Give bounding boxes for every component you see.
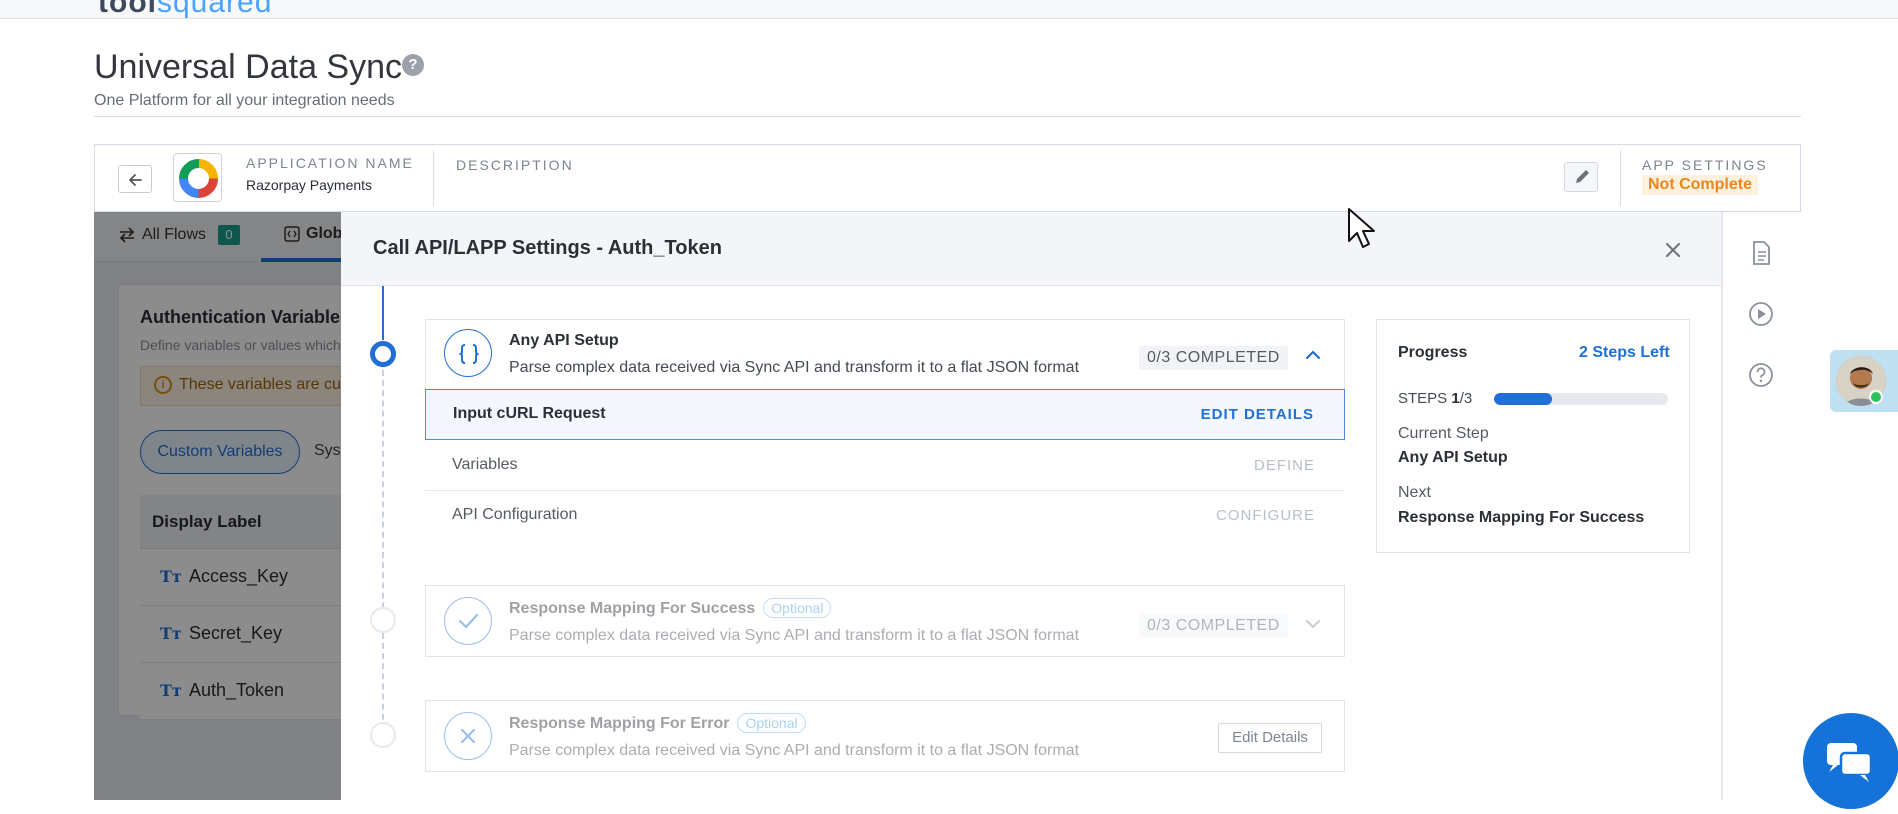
progress-bar-fill: [1494, 393, 1552, 405]
help-circle-icon[interactable]: [1746, 360, 1776, 390]
appbar-divider: [1620, 150, 1621, 206]
step-completed-count: 0/3 COMPLETED: [1139, 614, 1288, 638]
app-settings-label: APP SETTINGS: [1642, 157, 1768, 173]
check-icon: [444, 597, 492, 645]
sub-step-label: Variables: [452, 456, 518, 473]
configure-link[interactable]: CONFIGURE: [1216, 507, 1315, 524]
play-circle-icon[interactable]: [1746, 299, 1776, 329]
mouse-cursor-icon: [1348, 208, 1375, 248]
step-title: Response Mapping For Error Optional: [509, 713, 806, 733]
app-name-label: APPLICATION NAME: [246, 155, 414, 171]
step-card-response-error[interactable]: [425, 700, 1345, 772]
back-button[interactable]: [118, 165, 152, 193]
app-name-value: Razorpay Payments: [246, 177, 373, 193]
step-description: Parse complex data received via Sync API…: [509, 742, 1080, 759]
chat-launcher-button[interactable]: [1803, 713, 1898, 809]
app-logo: [173, 153, 222, 202]
step-title: Response Mapping For Success Optional: [509, 598, 832, 618]
sub-step-label: Input cURL Request: [453, 405, 606, 422]
progress-bar: [1494, 393, 1668, 405]
brand-logo[interactable]: toolsquared: [98, 0, 272, 20]
steps-left[interactable]: 2 Steps Left: [1579, 344, 1670, 362]
current-step-value: Any API Setup: [1398, 449, 1508, 466]
braces-icon: [444, 329, 492, 377]
arrow-left-icon: [129, 174, 142, 186]
next-step-value: Response Mapping For Success: [1398, 509, 1645, 526]
steps-counter: STEPS 1/3: [1398, 390, 1473, 407]
define-link[interactable]: DEFINE: [1254, 457, 1315, 474]
chat-bubbles-icon: [1827, 743, 1873, 782]
top-navbar: [0, 0, 1898, 19]
help-icon[interactable]: ?: [402, 54, 424, 76]
modal-backdrop[interactable]: [94, 212, 341, 800]
appbar-divider: [433, 150, 434, 206]
edit-app-button[interactable]: [1564, 162, 1598, 192]
sub-step-input-curl[interactable]: Input cURL Request EDIT DETAILS: [425, 389, 1345, 440]
sub-step-variables[interactable]: Variables DEFINE: [425, 441, 1345, 491]
timeline-track: [382, 370, 384, 740]
header-divider: [94, 116, 1801, 117]
timeline-node: [370, 722, 396, 748]
timeline-progress: [382, 286, 384, 340]
current-step-label: Current Step: [1398, 425, 1489, 442]
close-icon[interactable]: [1659, 236, 1687, 264]
optional-badge: Optional: [737, 713, 806, 733]
optional-badge: Optional: [763, 598, 832, 618]
online-status-dot: [1869, 390, 1883, 404]
edit-details-button[interactable]: Edit Details: [1218, 723, 1322, 753]
sub-step-label: API Configuration: [452, 506, 578, 523]
chevron-up-icon[interactable]: [1303, 345, 1323, 365]
pencil-icon: [1576, 170, 1589, 183]
status-badge: Not Complete: [1642, 175, 1758, 195]
edit-details-link[interactable]: EDIT DETAILS: [1201, 406, 1314, 423]
step-title: Any API Setup: [509, 332, 619, 349]
step-completed-count: 0/3 COMPLETED: [1139, 346, 1288, 370]
document-icon[interactable]: [1746, 238, 1776, 268]
timeline-node-active: [370, 341, 396, 367]
step-description: Parse complex data received via Sync API…: [509, 359, 1080, 376]
page-subtitle: One Platform for all your integration ne…: [94, 92, 395, 109]
sub-step-api-configuration[interactable]: API Configuration CONFIGURE: [425, 491, 1345, 541]
page-title: Universal Data Sync: [94, 48, 403, 86]
timeline-node: [370, 607, 396, 633]
modal-title: Call API/LAPP Settings - Auth_Token: [373, 237, 722, 259]
step-description: Parse complex data received via Sync API…: [509, 627, 1080, 644]
chevron-down-icon[interactable]: [1303, 614, 1323, 634]
razorpay-logo-icon: [179, 159, 218, 198]
description-label: DESCRIPTION: [456, 157, 574, 173]
next-step-label: Next: [1398, 484, 1431, 501]
progress-title: Progress: [1398, 344, 1468, 361]
x-icon: [444, 712, 492, 760]
